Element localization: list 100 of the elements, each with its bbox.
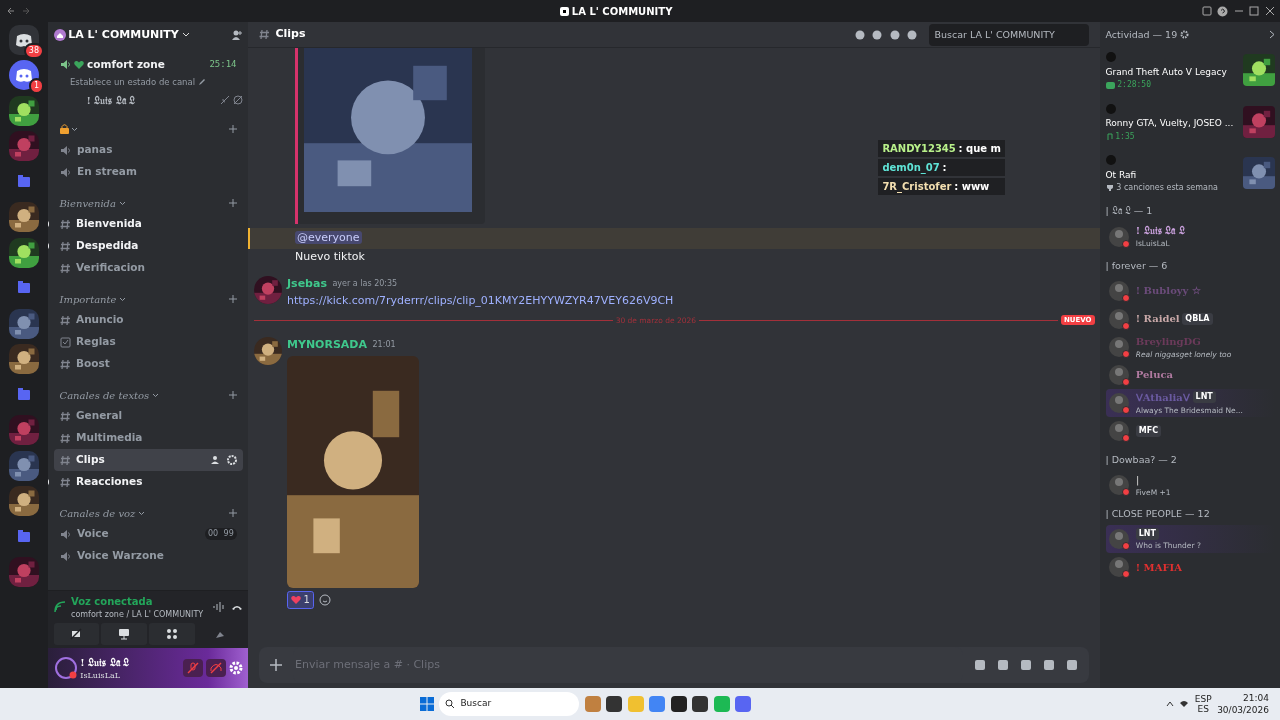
clock-date: 30/03/2026	[1217, 704, 1269, 716]
channel-item[interactable]: Reglas	[53, 331, 243, 353]
search-label: Buscar	[460, 697, 492, 711]
category-name[interactable]: Canales de voz	[59, 505, 136, 521]
member-item[interactable]: ! Raidel QBLA	[1105, 304, 1275, 333]
member-item[interactable]: Peluca	[1105, 360, 1275, 389]
chevron-down-icon[interactable]	[138, 510, 146, 516]
member-name: ᐯAthaliaᐯ	[1135, 390, 1190, 405]
channel-item[interactable]: Voice Warzone	[53, 545, 243, 567]
taskbar-search[interactable]: Buscar	[439, 692, 580, 716]
hang-up-icon[interactable]	[230, 603, 243, 611]
message-link[interactable]: https://kick.com/7ryderrr/clips/clip_01KMY2EHYYWZYR47VEY626V9CH	[287, 293, 674, 307]
author-name[interactable]: Jsebas	[287, 276, 327, 293]
app-icon[interactable]	[606, 696, 623, 712]
discord-icon[interactable]	[9, 24, 39, 55]
mention-link[interactable]: @everyone	[295, 231, 362, 244]
channel-name: Voice	[77, 526, 110, 542]
add-channel-icon[interactable]	[228, 125, 237, 133]
action-button[interactable]	[101, 623, 147, 646]
member-group-heading: | CLOSE PEOPLE — 12	[1105, 507, 1211, 521]
chevron-down-icon[interactable]	[119, 296, 127, 302]
channel-item[interactable]: Verificacion	[53, 257, 243, 279]
activity-card[interactable]: Grand Theft Auto V Legacy 2:28:50	[1105, 47, 1275, 94]
channel-item[interactable]: Voice 00 99	[53, 523, 243, 545]
voice-location[interactable]: comfort zone / LA L' COMMUNITY	[71, 608, 208, 621]
member-group-heading: | 𝔏𝔞 𝔏 — 1	[1105, 204, 1154, 219]
overlay-message: :	[942, 161, 947, 175]
action-button[interactable]	[149, 623, 195, 646]
channel-item[interactable]: Boost	[53, 353, 243, 375]
inbox-icon[interactable]	[1201, 6, 1212, 16]
add-reaction-icon[interactable]	[319, 593, 332, 606]
search-field[interactable]: Buscar LA L' COMMUNITY	[929, 23, 1089, 46]
channel-item[interactable]: Bienvenida	[53, 213, 243, 235]
activities-icon	[165, 628, 178, 641]
invite-icon[interactable]	[211, 455, 221, 465]
activity-card[interactable]: Ronny GTA, Vuelty, JOSEO ... 1:35	[1105, 98, 1275, 145]
soundwave-icon[interactable]	[213, 602, 225, 612]
app-icon[interactable]	[692, 696, 709, 712]
hashtag-icon	[59, 476, 71, 488]
back-icon[interactable]	[5, 6, 16, 16]
add-channel-icon[interactable]	[228, 199, 237, 207]
guild-tag: LNT	[1135, 527, 1159, 540]
add-user-icon[interactable]	[230, 29, 243, 41]
server-icon	[53, 29, 66, 41]
channel-name[interactable]: comfort zone	[87, 56, 207, 73]
category-name[interactable]: Canales de textos	[59, 387, 150, 403]
search-icon	[444, 699, 455, 709]
member-item[interactable]: MFC	[1105, 416, 1275, 445]
channel-item[interactable]: General	[53, 405, 243, 427]
clock[interactable]: 21:04 30/03/2026	[1217, 692, 1269, 716]
chevron-down-icon[interactable]	[71, 126, 79, 132]
chevron-down-icon[interactable]	[151, 392, 159, 398]
start-icon[interactable]	[419, 697, 434, 711]
deafened-icon[interactable]	[205, 659, 226, 677]
user-name[interactable]: ! 𝔏𝔲𝔦𝔰 𝔏𝔞 𝔏	[80, 654, 181, 670]
language-indicator[interactable]: ESP ES	[1194, 694, 1212, 714]
activity-card[interactable]: Ot Rafi 3 canciones esta semana	[1105, 150, 1275, 197]
guild-tag: QBLA	[1182, 312, 1213, 325]
discord-icon[interactable]	[9, 60, 39, 91]
wifi-icon[interactable]	[1179, 700, 1190, 708]
member-group-heading: | forever — 6	[1105, 258, 1169, 273]
add-channel-icon[interactable]	[228, 295, 237, 303]
member-name: ! MAFIA	[1135, 560, 1182, 575]
add-icon[interactable]	[270, 658, 282, 671]
channel-item[interactable]: Anuncio	[53, 309, 243, 331]
screen-share-icon	[118, 628, 131, 641]
maximize-icon[interactable]	[1249, 6, 1259, 16]
voice-member[interactable]: ! 𝔏𝔲𝔦𝔰 𝔏𝔞 𝔏	[86, 92, 217, 108]
settings-icon[interactable]	[1179, 30, 1189, 40]
pencil-icon[interactable]	[197, 77, 206, 86]
settings-icon[interactable]	[226, 455, 237, 465]
category-name[interactable]: Bienvenida	[59, 195, 116, 211]
channel-item[interactable]: panas	[53, 139, 243, 161]
hashtag-icon	[59, 218, 71, 230]
server-name[interactable]: LA L' COMMUNITY	[68, 26, 179, 44]
chevron-up-icon[interactable]	[1165, 701, 1174, 707]
channel-item[interactable]: Clips	[53, 449, 243, 471]
add-channel-icon[interactable]	[228, 509, 237, 517]
channel-item[interactable]: Reacciones	[53, 471, 243, 493]
speaker-icon	[59, 144, 72, 156]
member-name: ! 𝔏𝔲𝔦𝔰 𝔏𝔞 𝔏	[1135, 224, 1185, 239]
app-icon[interactable]	[670, 696, 687, 712]
close-icon[interactable]	[1264, 6, 1275, 16]
channel-item[interactable]: Multimedia	[53, 427, 243, 449]
author-name[interactable]: MYNORSADA	[287, 336, 368, 354]
action-button[interactable]	[53, 623, 99, 646]
chevron-down-icon[interactable]	[118, 200, 126, 206]
deafened-icon	[232, 95, 243, 105]
channel-title: Clips	[275, 26, 307, 43]
muted-mic-icon[interactable]	[183, 659, 203, 677]
reaction-button[interactable]: 1	[287, 590, 314, 609]
avatar-icon	[1108, 556, 1131, 579]
channel-item[interactable]: En stream	[53, 161, 243, 183]
category-name[interactable]: Importante	[59, 291, 117, 307]
add-channel-icon[interactable]	[228, 391, 237, 399]
help-icon[interactable]	[1217, 5, 1228, 17]
channel-status-hint[interactable]: Establece un estado de canal	[70, 75, 196, 89]
channel-name: Reglas	[76, 334, 117, 350]
channel-item[interactable]: Despedida	[53, 235, 243, 257]
chevron-right-icon[interactable]	[1268, 30, 1275, 40]
